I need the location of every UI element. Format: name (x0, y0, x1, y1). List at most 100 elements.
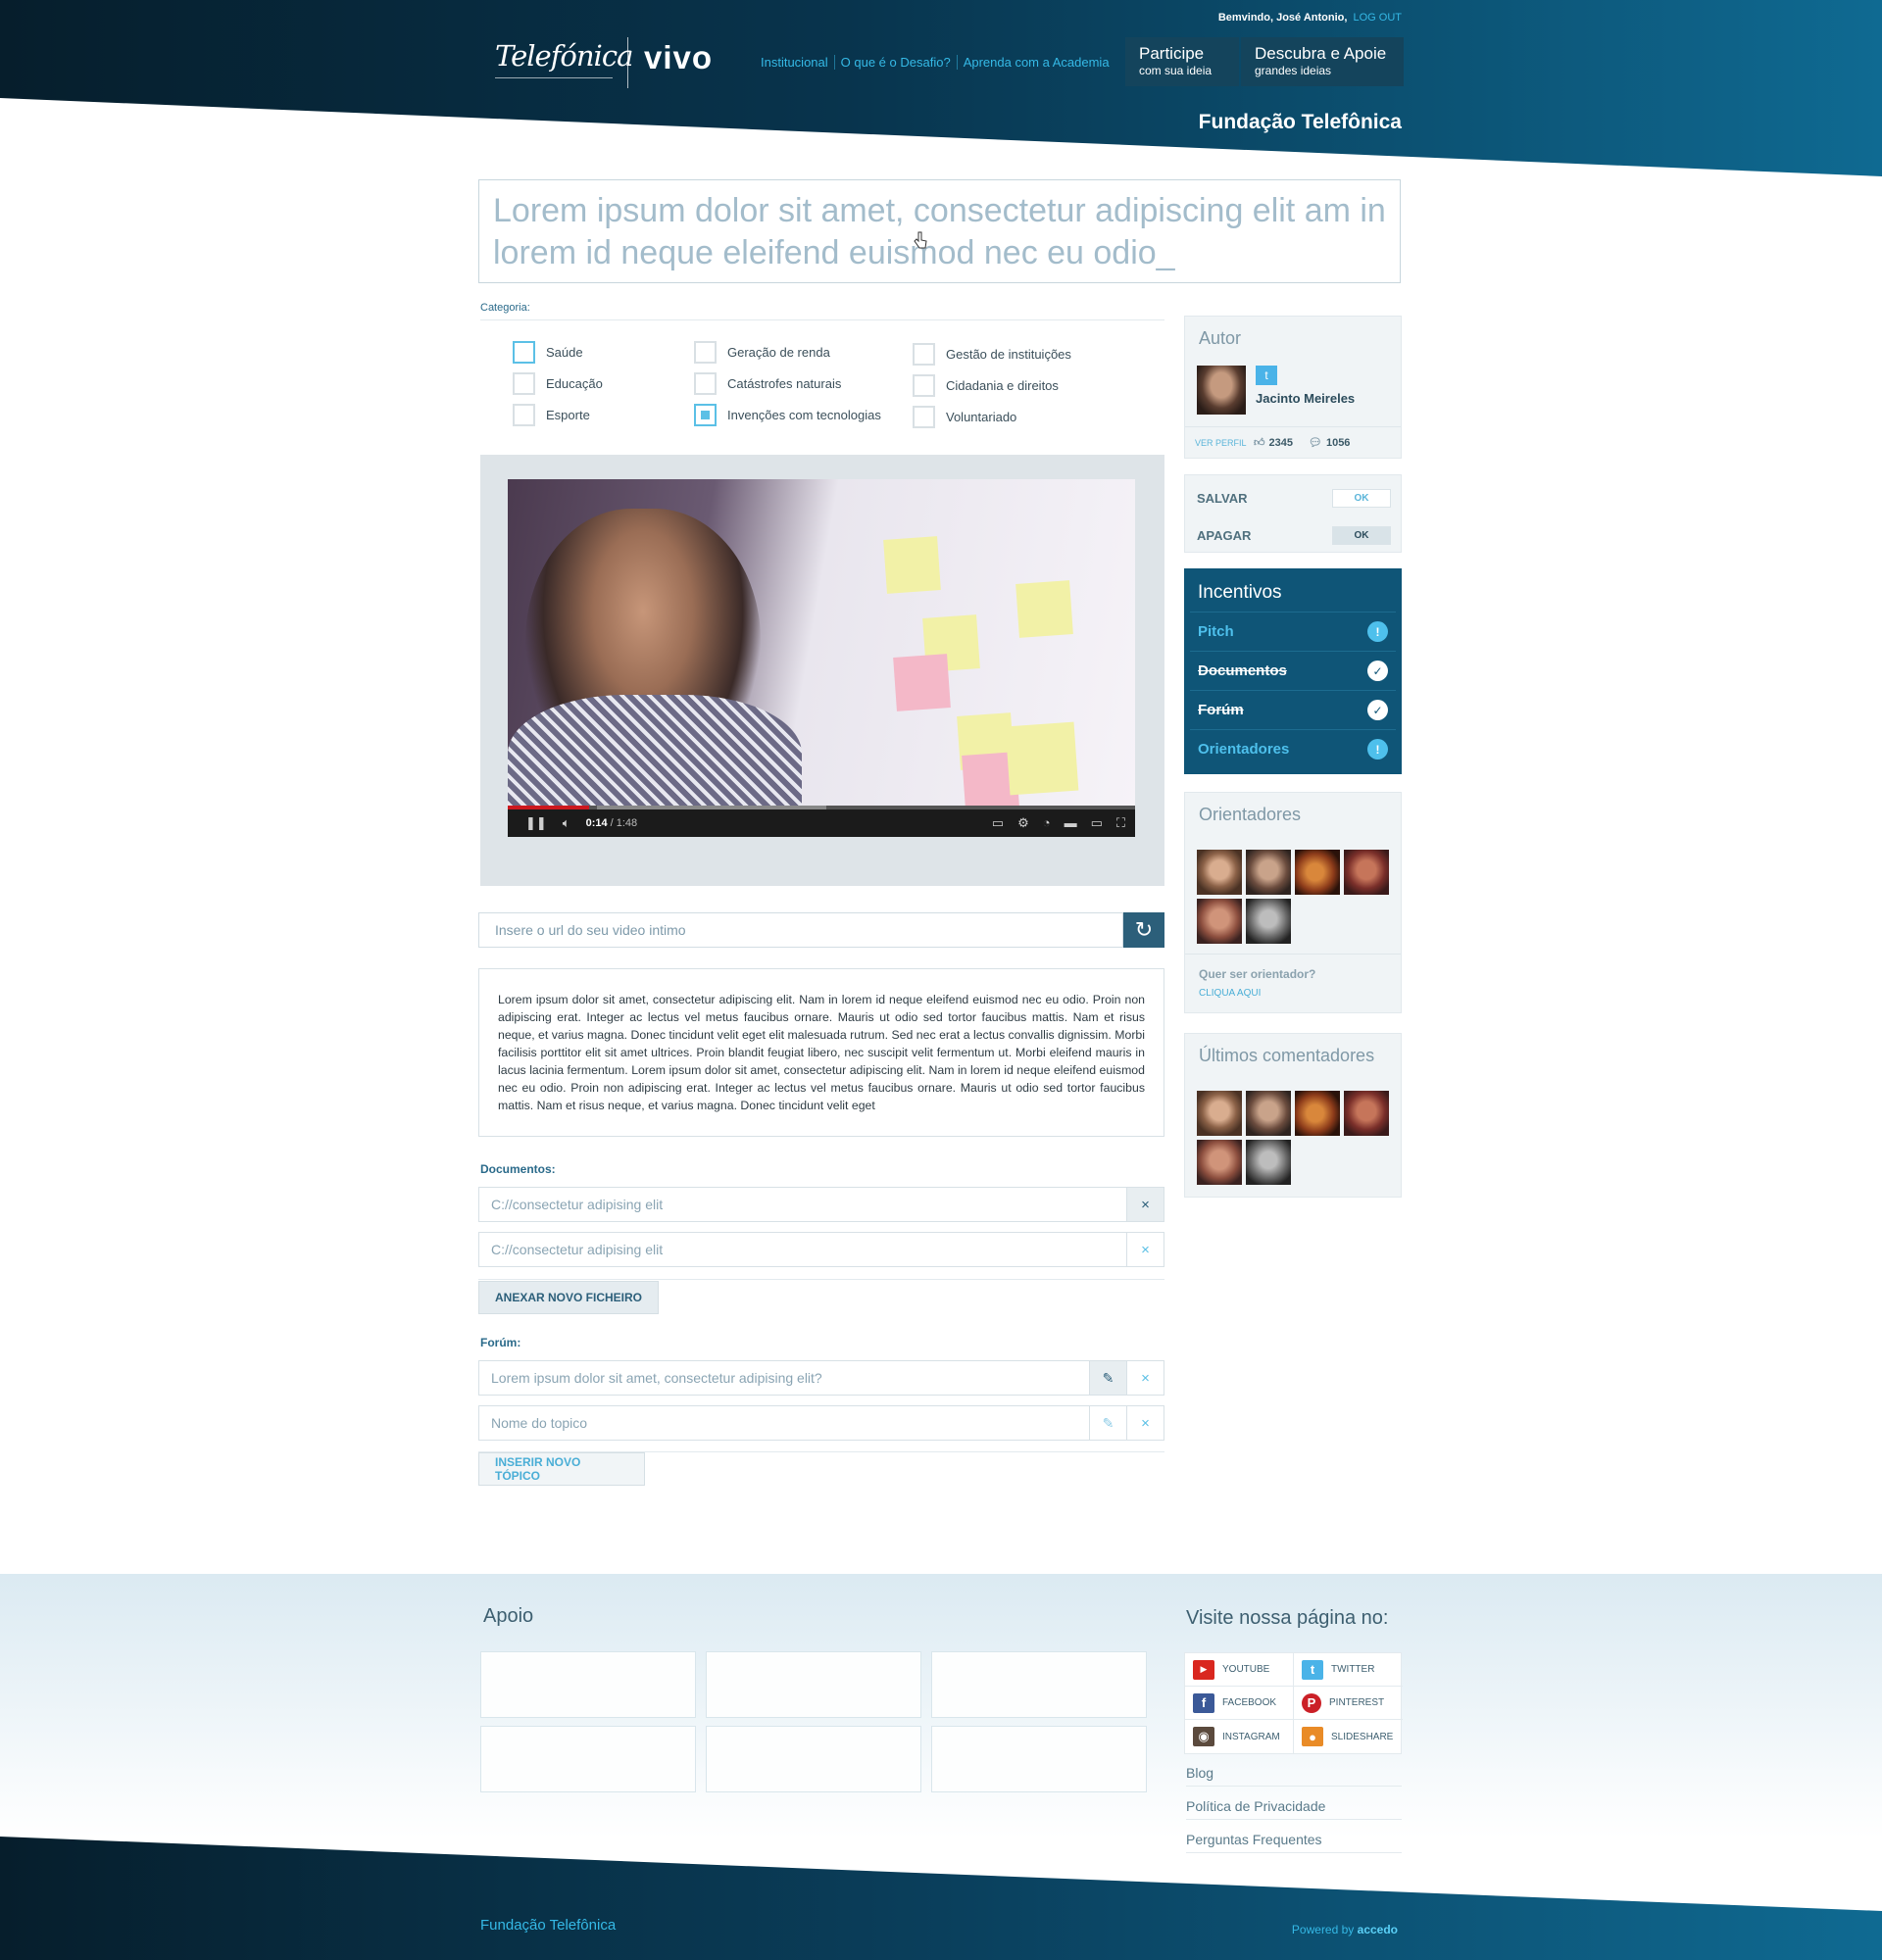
fullscreen-icon[interactable]: ⛶ (1116, 815, 1125, 831)
captions-icon[interactable]: ▭ (992, 815, 1004, 831)
nav-desafio[interactable]: O que é o Desafio? (835, 55, 958, 70)
social-facebook[interactable]: f FACEBOOK (1185, 1687, 1294, 1720)
checkbox[interactable] (694, 404, 717, 426)
partner-logo-slot[interactable] (706, 1651, 921, 1718)
mentor-avatar[interactable] (1344, 850, 1389, 895)
edit-topic-button[interactable]: ✎ (1089, 1406, 1126, 1440)
incentive-pitch[interactable]: Pitch! (1190, 612, 1396, 651)
video-url-input[interactable]: Insere o url do seu video intimo (478, 912, 1123, 948)
checkbox[interactable] (694, 341, 717, 364)
nav-institucional[interactable]: Institucional (761, 55, 835, 70)
mentor-avatar[interactable] (1197, 899, 1242, 944)
partner-logo-slot[interactable] (931, 1726, 1147, 1792)
checkbox[interactable] (913, 406, 935, 428)
nav-academia[interactable]: Aprenda com a Academia (958, 55, 1115, 70)
attach-file-button[interactable]: ANEXAR NOVO FICHEIRO (478, 1281, 659, 1314)
remove-topic-button[interactable]: × (1126, 1406, 1164, 1440)
social-instagram[interactable]: ◉ INSTAGRAM (1185, 1720, 1294, 1753)
social-youtube[interactable]: ▶ YOUTUBE (1185, 1653, 1294, 1687)
logout-link[interactable]: LOG OUT (1353, 12, 1402, 24)
category-invencoes[interactable]: Invenções com tecnologias (694, 404, 881, 426)
footer-brand[interactable]: Fundação Telefônica (480, 1917, 616, 1934)
author-avatar[interactable] (1197, 366, 1246, 415)
commenters-card: Últimos comentadores (1184, 1033, 1402, 1198)
mentor-avatar[interactable] (1295, 850, 1340, 895)
twitter-icon[interactable]: t (1256, 366, 1277, 385)
document-path-input[interactable]: C://consectetur adipising elit (479, 1233, 1126, 1266)
incentive-forum[interactable]: Forúm ✓ (1190, 690, 1396, 729)
pause-icon[interactable]: ❚❚ (525, 815, 547, 831)
footer-link-privacy[interactable]: Política de Privacidade (1186, 1798, 1402, 1820)
remove-document-button[interactable]: × (1126, 1188, 1164, 1221)
incentive-documentos[interactable]: Documentos ✓ (1190, 651, 1396, 690)
edit-topic-button[interactable]: ✎ (1089, 1361, 1126, 1395)
commenter-avatar[interactable] (1197, 1140, 1242, 1185)
mentor-cta-link[interactable]: CLIQUA AQUI (1199, 988, 1261, 999)
social-slideshare[interactable]: ● SLIDESHARE (1294, 1720, 1403, 1753)
commenter-avatar[interactable] (1197, 1091, 1242, 1136)
remove-document-button[interactable]: × (1126, 1233, 1164, 1266)
partner-logo-slot[interactable] (480, 1651, 696, 1718)
mentor-avatar[interactable] (1246, 899, 1291, 944)
forum-topic-input[interactable]: Nome do topico (479, 1406, 1089, 1440)
mentor-avatar[interactable] (1197, 850, 1242, 895)
video-player[interactable]: ❚❚ 🔈︎ 0:14 / 1:48 ▭ ⚙ ◔ ▬ ▭ ⛶ (508, 479, 1135, 837)
view-profile-link[interactable]: VER PERFIL (1185, 438, 1254, 448)
category-voluntariado[interactable]: Voluntariado (913, 406, 1016, 428)
category-esporte[interactable]: Esporte (513, 404, 590, 426)
delete-ok-button[interactable]: OK (1332, 526, 1391, 545)
telefonica-logo[interactable]: Telefónica (495, 39, 633, 78)
partner-logo-slot[interactable] (931, 1651, 1147, 1718)
vivo-logo[interactable]: vivo (644, 39, 713, 76)
mentor-avatar[interactable] (1246, 850, 1291, 895)
checkbox[interactable] (513, 404, 535, 426)
checkbox[interactable] (913, 343, 935, 366)
refresh-button[interactable]: ↻ (1123, 912, 1164, 948)
commenter-avatar[interactable] (1246, 1091, 1291, 1136)
checkbox[interactable] (913, 374, 935, 397)
commenter-avatar[interactable] (1344, 1091, 1389, 1136)
category-cidadania[interactable]: Cidadania e direitos (913, 374, 1059, 397)
video-progress-bar[interactable] (508, 806, 1135, 809)
idea-title-input[interactable]: Lorem ipsum dolor sit amet, consectetur … (478, 179, 1401, 283)
volume-icon[interactable]: 🔈︎ (563, 815, 570, 831)
commenter-avatar[interactable] (1246, 1140, 1291, 1185)
social-label: TWITTER (1331, 1664, 1375, 1675)
remove-topic-button[interactable]: × (1126, 1361, 1164, 1395)
partner-logo-slot[interactable] (706, 1726, 921, 1792)
mentor-question: Quer ser orientador? (1199, 967, 1316, 981)
descubra-button[interactable]: Descubra e Apoie grandes ideias (1241, 37, 1404, 86)
small-player-icon[interactable]: ▬ (1065, 815, 1077, 831)
clock-icon[interactable]: ◔ (1043, 815, 1051, 831)
document-path-input[interactable]: C://consectetur adipising elit (479, 1188, 1126, 1221)
category-saude[interactable]: Saúde (513, 341, 583, 364)
description-textarea[interactable]: Lorem ipsum dolor sit amet, consectetur … (478, 968, 1164, 1137)
insert-topic-button[interactable]: INSERIR NOVO TÓPICO (478, 1452, 645, 1486)
footer-bottom-background (0, 1837, 1882, 1960)
category-educacao[interactable]: Educação (513, 372, 603, 395)
category-gestao[interactable]: Gestão de instituições (913, 343, 1071, 366)
commenter-avatar[interactable] (1295, 1091, 1340, 1136)
social-pinterest[interactable]: P PINTEREST (1294, 1687, 1403, 1720)
mentors-grid (1197, 850, 1389, 944)
author-name[interactable]: Jacinto Meireles (1256, 391, 1355, 406)
checkbox[interactable] (513, 372, 535, 395)
category-geracao-renda[interactable]: Geração de renda (694, 341, 830, 364)
participe-button[interactable]: Participe com sua ideia (1125, 37, 1239, 86)
incentive-orientadores[interactable]: Orientadores! (1190, 729, 1396, 768)
partner-logo-slot[interactable] (480, 1726, 696, 1792)
footer-link-blog[interactable]: Blog (1186, 1765, 1402, 1787)
save-ok-button[interactable]: OK (1332, 489, 1391, 508)
sticky-note (1015, 580, 1073, 638)
author-card: Autor t Jacinto Meireles VER PERFIL 👍︎ 23… (1184, 316, 1402, 459)
powered-brand[interactable]: accedo (1358, 1923, 1398, 1936)
forum-topic-input[interactable]: Lorem ipsum dolor sit amet, consectetur … (479, 1361, 1089, 1395)
social-twitter[interactable]: t TWITTER (1294, 1653, 1403, 1687)
category-catastrofes[interactable]: Catástrofes naturais (694, 372, 841, 395)
settings-gear-icon[interactable]: ⚙ (1017, 815, 1029, 831)
checkbox[interactable] (513, 341, 535, 364)
checkbox[interactable] (694, 372, 717, 395)
visit-title: Visite nossa página no: (1186, 1607, 1389, 1629)
participe-subtitle: com sua ideia (1139, 64, 1213, 77)
large-player-icon[interactable]: ▭ (1091, 815, 1103, 831)
